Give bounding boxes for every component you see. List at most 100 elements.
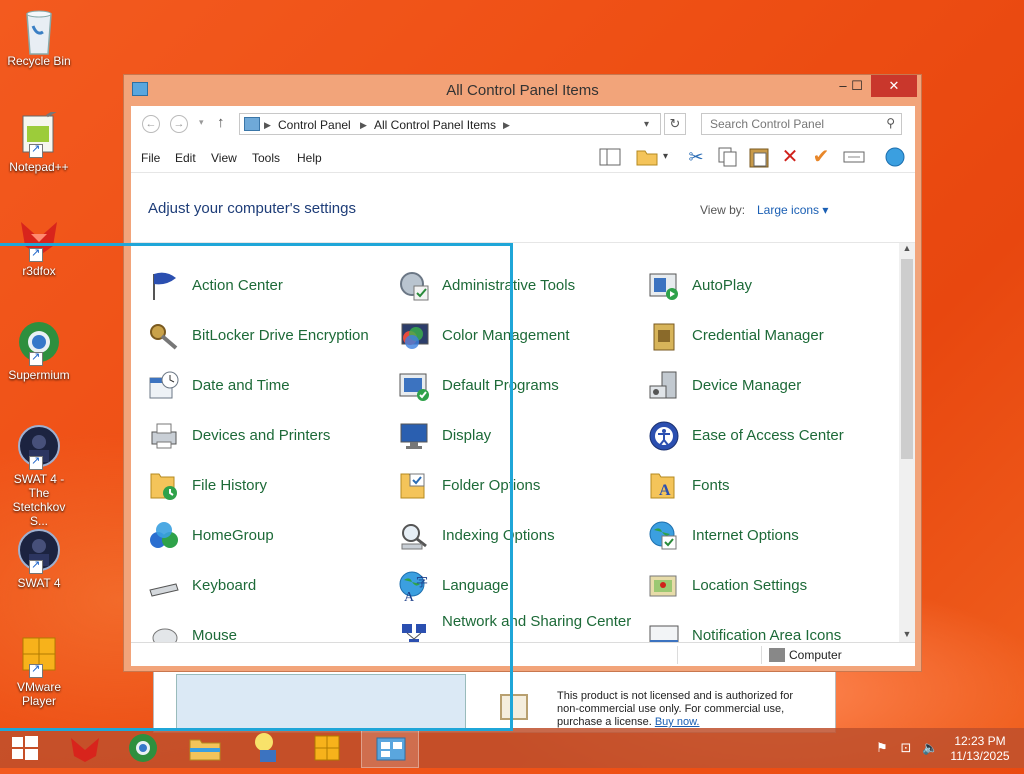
item-label: Network and Sharing Center	[442, 613, 632, 630]
vmware-player-icon	[314, 735, 340, 761]
svg-text:字: 字	[416, 574, 428, 589]
folder-view-icon[interactable]	[635, 146, 659, 168]
address-bar[interactable]: ▶ Control Panel ▶ All Control Panel Item…	[239, 113, 661, 135]
desktop-icon-label: VMware Player	[16, 680, 61, 708]
menu-bar: File Edit View Tools Help ▾ ✂ ✕ ✔	[131, 142, 915, 172]
recent-locations-dropdown[interactable]: ▾	[199, 117, 204, 128]
homegroup-icon	[148, 520, 180, 552]
notepad-plus-plus-icon	[17, 108, 61, 158]
taskbar-vmware-player[interactable]	[298, 728, 356, 768]
taskbar-control-panel[interactable]	[361, 728, 419, 768]
forward-button[interactable]: →	[170, 115, 188, 133]
supermium-icon	[129, 734, 157, 762]
calendar-clock-icon	[148, 370, 180, 402]
taskbar-network-app[interactable]	[238, 728, 296, 768]
item-label: Language	[442, 577, 509, 594]
item-label: AutoPlay	[692, 277, 753, 294]
default-programs-icon	[398, 370, 430, 402]
r3dfox-icon	[71, 738, 99, 762]
desktop-icon-label: r3dfox	[22, 264, 56, 278]
menu-tools[interactable]: Tools	[252, 151, 280, 165]
buy-now-link[interactable]: Buy now.	[655, 716, 700, 728]
desktop-icon-supermium[interactable]: Supermium	[2, 320, 76, 382]
menu-file[interactable]: File	[141, 151, 160, 165]
item-label: Action Center	[192, 277, 283, 294]
breadcrumb-all-items[interactable]: All Control Panel Items	[374, 118, 496, 132]
fonts-folder-icon: A	[648, 470, 680, 502]
page-title: Adjust your computer's settings	[148, 200, 356, 217]
desktop-icon-r3dfox[interactable]: r3dfox	[2, 216, 76, 278]
keyboard-icon	[148, 570, 180, 602]
preview-pane-icon[interactable]	[598, 146, 622, 168]
desktop-icon-label: SWAT 4 - The Stetchkov S...	[12, 472, 66, 528]
file-explorer-icon	[189, 739, 221, 761]
status-bar: Computer	[131, 642, 915, 666]
cut-icon[interactable]: ✂	[684, 146, 708, 168]
refresh-button[interactable]: ↻	[664, 113, 686, 135]
maximize-button[interactable]: ☐	[842, 75, 872, 97]
taskbar-supermium[interactable]	[114, 728, 172, 768]
shortcut-arrow-icon	[29, 350, 43, 366]
title-bar[interactable]: All Control Panel Items – ☐ ✕	[124, 75, 921, 106]
taskbar-r3dfox[interactable]	[56, 728, 114, 768]
help-globe-icon[interactable]	[883, 146, 907, 168]
divider	[131, 242, 915, 243]
item-label: Indexing Options	[442, 527, 555, 544]
bitlocker-key-icon	[148, 320, 180, 352]
copy-icon[interactable]	[715, 146, 739, 168]
device-manager-icon	[648, 370, 680, 402]
r3dfox-icon	[17, 216, 61, 262]
taskbar-file-explorer[interactable]	[176, 728, 234, 768]
taskbar: ⚑ ⊡ 🔈 12:23 PM 11/13/2025	[0, 728, 1024, 768]
menu-view[interactable]: View	[211, 151, 237, 165]
item-label: Keyboard	[192, 577, 257, 594]
menu-edit[interactable]: Edit	[175, 151, 196, 165]
admin-tools-icon	[398, 270, 430, 302]
view-by-dropdown[interactable]: Large icons ▾	[757, 203, 828, 217]
credential-vault-icon	[648, 320, 680, 352]
search-icon[interactable]: ⚲	[886, 116, 895, 130]
desktop-icon-vmware-player[interactable]: VMware Player	[2, 632, 76, 708]
vertical-scrollbar[interactable]: ▲ ▼	[899, 243, 915, 643]
desktop-icon-swat4[interactable]: SWAT 4	[2, 528, 76, 590]
address-dropdown-icon[interactable]: ▾	[644, 119, 649, 130]
scroll-down-icon[interactable]: ▼	[899, 629, 915, 643]
view-by-label: View by:	[700, 203, 746, 217]
address-row: ← → ▾ ↑ ▶ Control Panel ▶ All Control Pa…	[131, 106, 915, 142]
supermium-icon	[17, 320, 61, 366]
control-panel-window: All Control Panel Items – ☐ ✕ ← → ▾ ↑ ▶ …	[123, 74, 922, 672]
swat4-icon	[17, 528, 61, 574]
file-history-icon	[148, 470, 180, 502]
desktop-icon-label: SWAT 4	[17, 576, 61, 590]
desktop-icon-label: Recycle Bin	[7, 54, 71, 68]
scroll-thumb[interactable]	[901, 259, 913, 459]
rename-icon[interactable]	[842, 146, 866, 168]
network-tray-icon[interactable]: ⊡	[898, 740, 914, 756]
action-center-flag-icon[interactable]: ⚑	[874, 740, 890, 756]
properties-checkmark-icon[interactable]: ✔	[809, 146, 833, 168]
item-label: Device Manager	[692, 377, 802, 394]
taskbar-clock[interactable]: 12:23 PM 11/13/2025	[940, 734, 1020, 764]
menu-help[interactable]: Help	[297, 151, 322, 165]
up-button[interactable]: ↑	[217, 114, 225, 131]
autoplay-icon	[648, 270, 680, 302]
recycle-bin-icon	[17, 6, 61, 55]
volume-muted-icon[interactable]: 🔈	[922, 740, 938, 756]
banner-panel	[176, 674, 466, 730]
control-panel-icon	[376, 737, 406, 761]
search-input[interactable]: Search Control Panel ⚲	[701, 113, 902, 135]
paste-icon[interactable]	[747, 146, 771, 168]
desktop-icon-label: Supermium	[8, 368, 70, 382]
scroll-up-icon[interactable]: ▲	[899, 243, 915, 257]
language-globe-icon: A字	[398, 570, 430, 605]
start-button[interactable]	[0, 728, 58, 768]
breadcrumb-control-panel[interactable]: Control Panel	[278, 118, 351, 132]
desktop-icon-swat4-stetchkov[interactable]: SWAT 4 - The Stetchkov S...	[2, 424, 76, 528]
desktop-icon-notepad-plus-plus[interactable]: Notepad++	[2, 108, 76, 174]
back-button[interactable]: ←	[142, 115, 160, 133]
internet-globe-icon	[648, 520, 680, 552]
view-dropdown-icon[interactable]: ▾	[663, 146, 675, 168]
desktop-icon-recycle-bin[interactable]: Recycle Bin	[2, 6, 76, 68]
delete-icon[interactable]: ✕	[778, 146, 802, 168]
close-button[interactable]: ✕	[871, 75, 917, 97]
